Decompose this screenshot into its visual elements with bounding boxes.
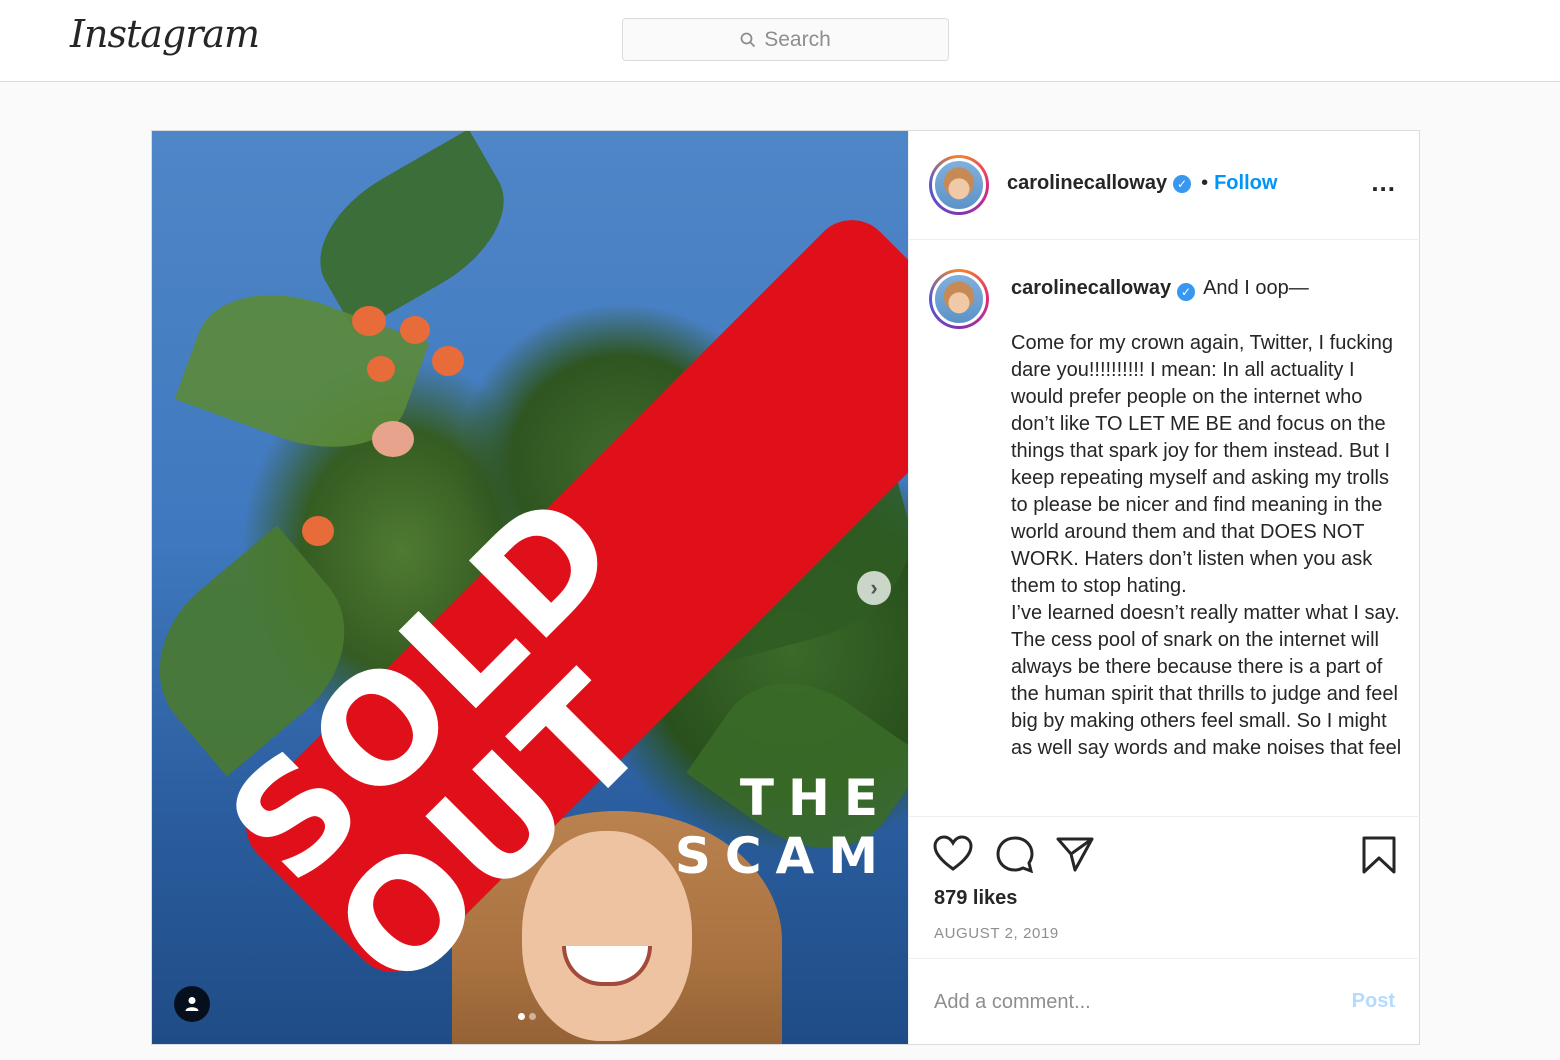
comment-button[interactable] bbox=[995, 835, 1035, 878]
post-image[interactable]: SOLD OUT THE SCAM › bbox=[152, 131, 908, 1044]
flower bbox=[400, 316, 430, 344]
avatar-photo bbox=[932, 272, 986, 326]
author-username[interactable]: carolinecalloway bbox=[1007, 172, 1167, 195]
author-avatar[interactable] bbox=[929, 155, 989, 215]
comment-input[interactable] bbox=[934, 988, 1314, 1016]
separator: • bbox=[1201, 172, 1209, 194]
share-button[interactable] bbox=[1055, 835, 1095, 878]
search-icon bbox=[740, 32, 756, 47]
search-bar[interactable]: Search bbox=[622, 18, 949, 61]
caption-header: carolinecalloway ✓ And I oop— bbox=[1011, 277, 1401, 301]
like-button[interactable] bbox=[933, 835, 973, 878]
leaf bbox=[295, 131, 529, 333]
author-line: carolinecalloway ✓ • Follow bbox=[1007, 172, 1277, 195]
caption-text: Come for my crown again, Twitter, I fuck… bbox=[1011, 332, 1402, 759]
comment-icon bbox=[996, 836, 1034, 874]
save-button[interactable] bbox=[1361, 835, 1397, 880]
tagged-users-button[interactable] bbox=[174, 986, 210, 1022]
send-icon bbox=[1056, 837, 1094, 872]
caption-avatar[interactable] bbox=[929, 269, 989, 329]
likes-count[interactable]: 879 likes bbox=[934, 887, 1017, 910]
verified-badge-icon: ✓ bbox=[1173, 174, 1192, 193]
book-title-text: THE SCAM bbox=[674, 769, 892, 885]
follow-button[interactable]: Follow bbox=[1214, 172, 1277, 195]
carousel-dot bbox=[518, 1013, 525, 1020]
carousel-next-button[interactable]: › bbox=[857, 571, 891, 605]
caption-title: And I oop— bbox=[1203, 277, 1309, 299]
caption-section: carolinecalloway ✓ And I oop— Come for my … bbox=[909, 241, 1420, 816]
comment-form: Post bbox=[909, 960, 1420, 1044]
post-header: carolinecalloway ✓ • Follow ... bbox=[909, 131, 1420, 240]
more-options-icon[interactable]: ... bbox=[1371, 167, 1396, 198]
bookmark-icon bbox=[1362, 836, 1396, 874]
flower bbox=[367, 356, 395, 382]
avatar-photo bbox=[932, 158, 986, 212]
carousel-indicator bbox=[518, 1013, 536, 1020]
search-placeholder: Search bbox=[764, 27, 831, 51]
top-nav: Instagram Search bbox=[0, 0, 1560, 82]
post-comment-button[interactable]: Post bbox=[1352, 990, 1395, 1013]
post-date[interactable]: AUGUST 2, 2019 bbox=[934, 925, 1059, 942]
carousel-dot bbox=[529, 1013, 536, 1020]
flower bbox=[372, 421, 414, 457]
post-sidebar: carolinecalloway ✓ • Follow ... caroline… bbox=[908, 131, 1420, 1044]
instagram-logo[interactable]: Instagram bbox=[70, 12, 260, 56]
user-icon bbox=[185, 997, 199, 1011]
flower bbox=[302, 516, 334, 546]
post-card: SOLD OUT THE SCAM › carolinecalloway ✓ •… bbox=[151, 130, 1420, 1045]
flower bbox=[432, 346, 464, 376]
caption-username[interactable]: carolinecalloway bbox=[1011, 277, 1171, 299]
verified-badge-icon: ✓ bbox=[1177, 283, 1196, 301]
heart-icon bbox=[933, 835, 973, 871]
flower bbox=[352, 306, 386, 336]
